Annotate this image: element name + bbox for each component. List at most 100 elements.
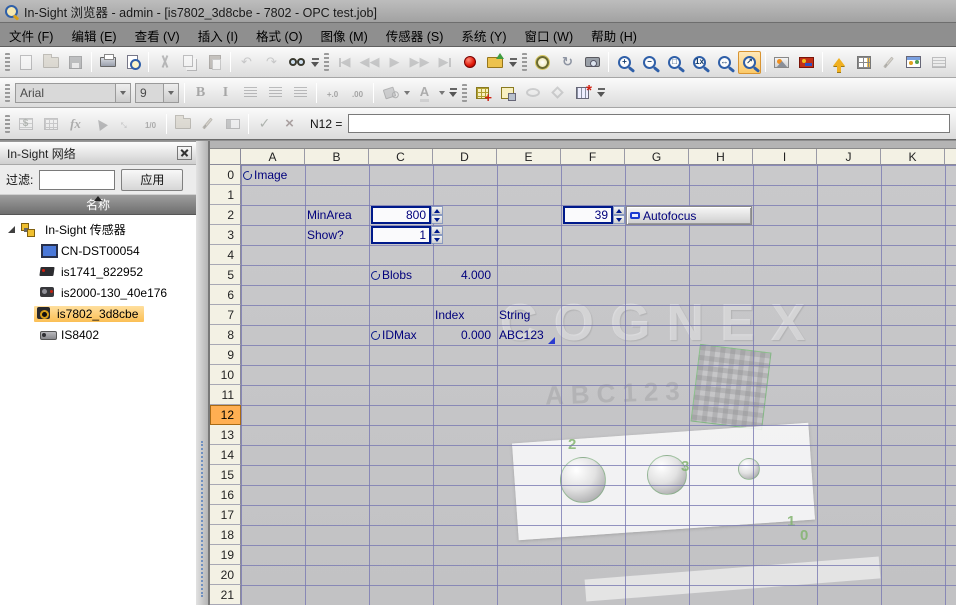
tree-item-cn-dst00054[interactable]: CN-DST00054 bbox=[0, 240, 196, 261]
menu-help[interactable]: 帮助 (H) bbox=[582, 24, 646, 46]
menu-format[interactable]: 格式 (O) bbox=[247, 24, 312, 46]
panel-close-button[interactable] bbox=[177, 146, 192, 160]
font-size-combo[interactable]: 9 bbox=[135, 83, 179, 103]
filter-input[interactable] bbox=[39, 170, 115, 190]
emulator-icon bbox=[40, 244, 57, 258]
autofocus-button[interactable]: Autofocus bbox=[626, 206, 752, 225]
zoom-fill-icon[interactable]: ↗ bbox=[738, 51, 761, 74]
font-name-combo[interactable]: Arial bbox=[15, 83, 131, 103]
io-spreadsheet-icon bbox=[932, 57, 946, 68]
cell-F2-spin-down-button[interactable] bbox=[613, 215, 625, 224]
live-video-icon[interactable] bbox=[531, 51, 554, 74]
import-cells-icon[interactable] bbox=[827, 51, 850, 74]
cell-C2-spin-up-button[interactable] bbox=[431, 206, 443, 215]
print-icon[interactable] bbox=[96, 51, 119, 74]
tree-root-insight-sensors[interactable]: In-Sight 传感器 bbox=[0, 219, 196, 240]
color-dropdown-arrow[interactable] bbox=[402, 82, 412, 104]
menu-file[interactable]: 文件 (F) bbox=[0, 24, 62, 46]
film-last-icon: ▶ bbox=[439, 55, 451, 69]
cell-C3-spin-up-button[interactable] bbox=[431, 226, 443, 235]
toolbar-gripper[interactable] bbox=[5, 84, 10, 102]
image-display-icon[interactable] bbox=[795, 51, 818, 74]
cell-C3-editbox[interactable] bbox=[371, 226, 431, 244]
tree-item-is2000-130-40e176[interactable]: is2000-130_40e176 bbox=[0, 282, 196, 303]
menu-system[interactable]: 系统 (Y) bbox=[452, 24, 515, 46]
zoom-out-icon[interactable]: − bbox=[638, 51, 661, 74]
film-first-icon: ◀ bbox=[339, 55, 351, 69]
formula-input[interactable] bbox=[348, 114, 950, 133]
cell-C2-spin-down-button[interactable] bbox=[431, 215, 443, 224]
cell-E7[interactable]: String bbox=[499, 305, 530, 325]
expand-region-icon: ↔ bbox=[114, 112, 137, 135]
undo-icon: ↶ bbox=[241, 55, 252, 69]
cell-D7[interactable]: Index bbox=[435, 305, 464, 325]
sensor-tree: In-Sight 传感器 CN-DST00054 is1741_822952 is20… bbox=[0, 215, 196, 345]
tree-item-is1741-822952[interactable]: is1741_822952 bbox=[0, 261, 196, 282]
tree-item-cn-dst00054-label[interactable]: CN-DST00054 bbox=[36, 243, 144, 259]
trigger-icon[interactable]: ↻ bbox=[556, 51, 579, 74]
export-cells-icon[interactable] bbox=[852, 51, 875, 74]
cell-C8[interactable]: IDMax bbox=[371, 325, 417, 345]
cell-A0[interactable]: Image bbox=[243, 165, 287, 185]
add-snippet-icon[interactable]: + bbox=[471, 81, 494, 104]
decrease-decimal-icon: .00 bbox=[346, 81, 369, 104]
print-preview-icon[interactable] bbox=[121, 51, 144, 74]
cell-C2-editbox[interactable] bbox=[371, 206, 431, 224]
cell-C5[interactable]: Blobs bbox=[371, 265, 412, 285]
tree-item-is1741-822952-label[interactable]: is1741_822952 bbox=[36, 264, 147, 280]
toolbar-gripper[interactable] bbox=[522, 53, 527, 71]
zoom-in-icon[interactable]: + bbox=[613, 51, 636, 74]
toolbar-overflow-button[interactable] bbox=[595, 81, 607, 105]
menu-sensor[interactable]: 传感器 (S) bbox=[377, 24, 453, 46]
dropdown-arrow-icon[interactable] bbox=[163, 84, 178, 102]
filmstrip-folder-icon[interactable] bbox=[483, 51, 506, 74]
toolbar-overflow-button[interactable] bbox=[447, 81, 459, 105]
toolbar-gripper[interactable] bbox=[5, 53, 10, 71]
zoom-fit-icon[interactable]: ↔ bbox=[713, 51, 736, 74]
cell-E8[interactable]: ABC123 bbox=[499, 325, 544, 345]
cell-B3[interactable]: Show? bbox=[307, 225, 344, 245]
zoom-out-icon: − bbox=[643, 56, 656, 69]
tree-item-is8402-label[interactable]: IS8402 bbox=[36, 327, 103, 343]
cell-F2-spin-up-button[interactable] bbox=[613, 206, 625, 215]
title-bar[interactable]: In-Sight 浏览器 - admin - [is7802_3d8cbe - … bbox=[0, 0, 956, 23]
cell-D5[interactable]: 4.000 bbox=[433, 265, 496, 285]
menu-view[interactable]: 查看 (V) bbox=[126, 24, 189, 46]
cell-F2-editbox[interactable] bbox=[563, 206, 613, 224]
easybuilder-view-icon[interactable] bbox=[902, 51, 925, 74]
tree-item-is7802-3d8cbe[interactable]: is7802_3d8cbe bbox=[0, 303, 196, 324]
record-icon[interactable] bbox=[458, 51, 481, 74]
toolbar-gripper[interactable] bbox=[5, 115, 10, 133]
dropdown-arrow-icon[interactable] bbox=[115, 84, 130, 102]
tree-item-is2000-130-40e176-label[interactable]: is2000-130_40e176 bbox=[36, 285, 171, 301]
import-snippet-icon[interactable]: * bbox=[571, 81, 594, 104]
tree-item-is7802-3d8cbe-label[interactable]: is7802_3d8cbe bbox=[34, 306, 144, 322]
image-adjust-icon[interactable] bbox=[770, 51, 793, 74]
paste-snippet-icon[interactable] bbox=[496, 81, 519, 104]
zoom-1x-icon[interactable]: 1x bbox=[688, 51, 711, 74]
toolbar-overflow-button[interactable] bbox=[309, 50, 321, 74]
apply-filter-button[interactable]: 应用 bbox=[121, 169, 183, 191]
menu-window[interactable]: 窗口 (W) bbox=[516, 24, 583, 46]
cell-C3-spin-down-button[interactable] bbox=[431, 235, 443, 244]
trigger-icon: ↻ bbox=[562, 53, 573, 71]
cell-D8[interactable]: 0.000 bbox=[433, 325, 496, 345]
panel-splitter[interactable] bbox=[196, 141, 210, 605]
camera-setup-icon[interactable] bbox=[581, 51, 604, 74]
menu-edit[interactable]: 编辑 (E) bbox=[62, 24, 125, 46]
tree-item-text: CN-DST00054 bbox=[61, 244, 140, 258]
color-dropdown-arrow[interactable] bbox=[437, 82, 447, 104]
toolbar-gripper[interactable] bbox=[324, 53, 329, 71]
find-icon[interactable] bbox=[285, 51, 308, 74]
name-column-header[interactable]: 名称 bbox=[0, 195, 196, 215]
toolbar-overflow-button[interactable] bbox=[507, 50, 519, 74]
tree-expander-icon[interactable] bbox=[8, 226, 15, 233]
zoom-region-icon[interactable]: □ bbox=[663, 51, 686, 74]
menu-image[interactable]: 图像 (M) bbox=[312, 24, 377, 46]
menu-insert[interactable]: 插入 (I) bbox=[189, 24, 247, 46]
toolbar-gripper[interactable] bbox=[462, 84, 467, 102]
cell-B2[interactable]: MinArea bbox=[307, 205, 352, 225]
toolbar-separator bbox=[822, 52, 823, 72]
tree-item-is8402[interactable]: IS8402 bbox=[0, 324, 196, 345]
image-display-icon bbox=[799, 57, 814, 68]
